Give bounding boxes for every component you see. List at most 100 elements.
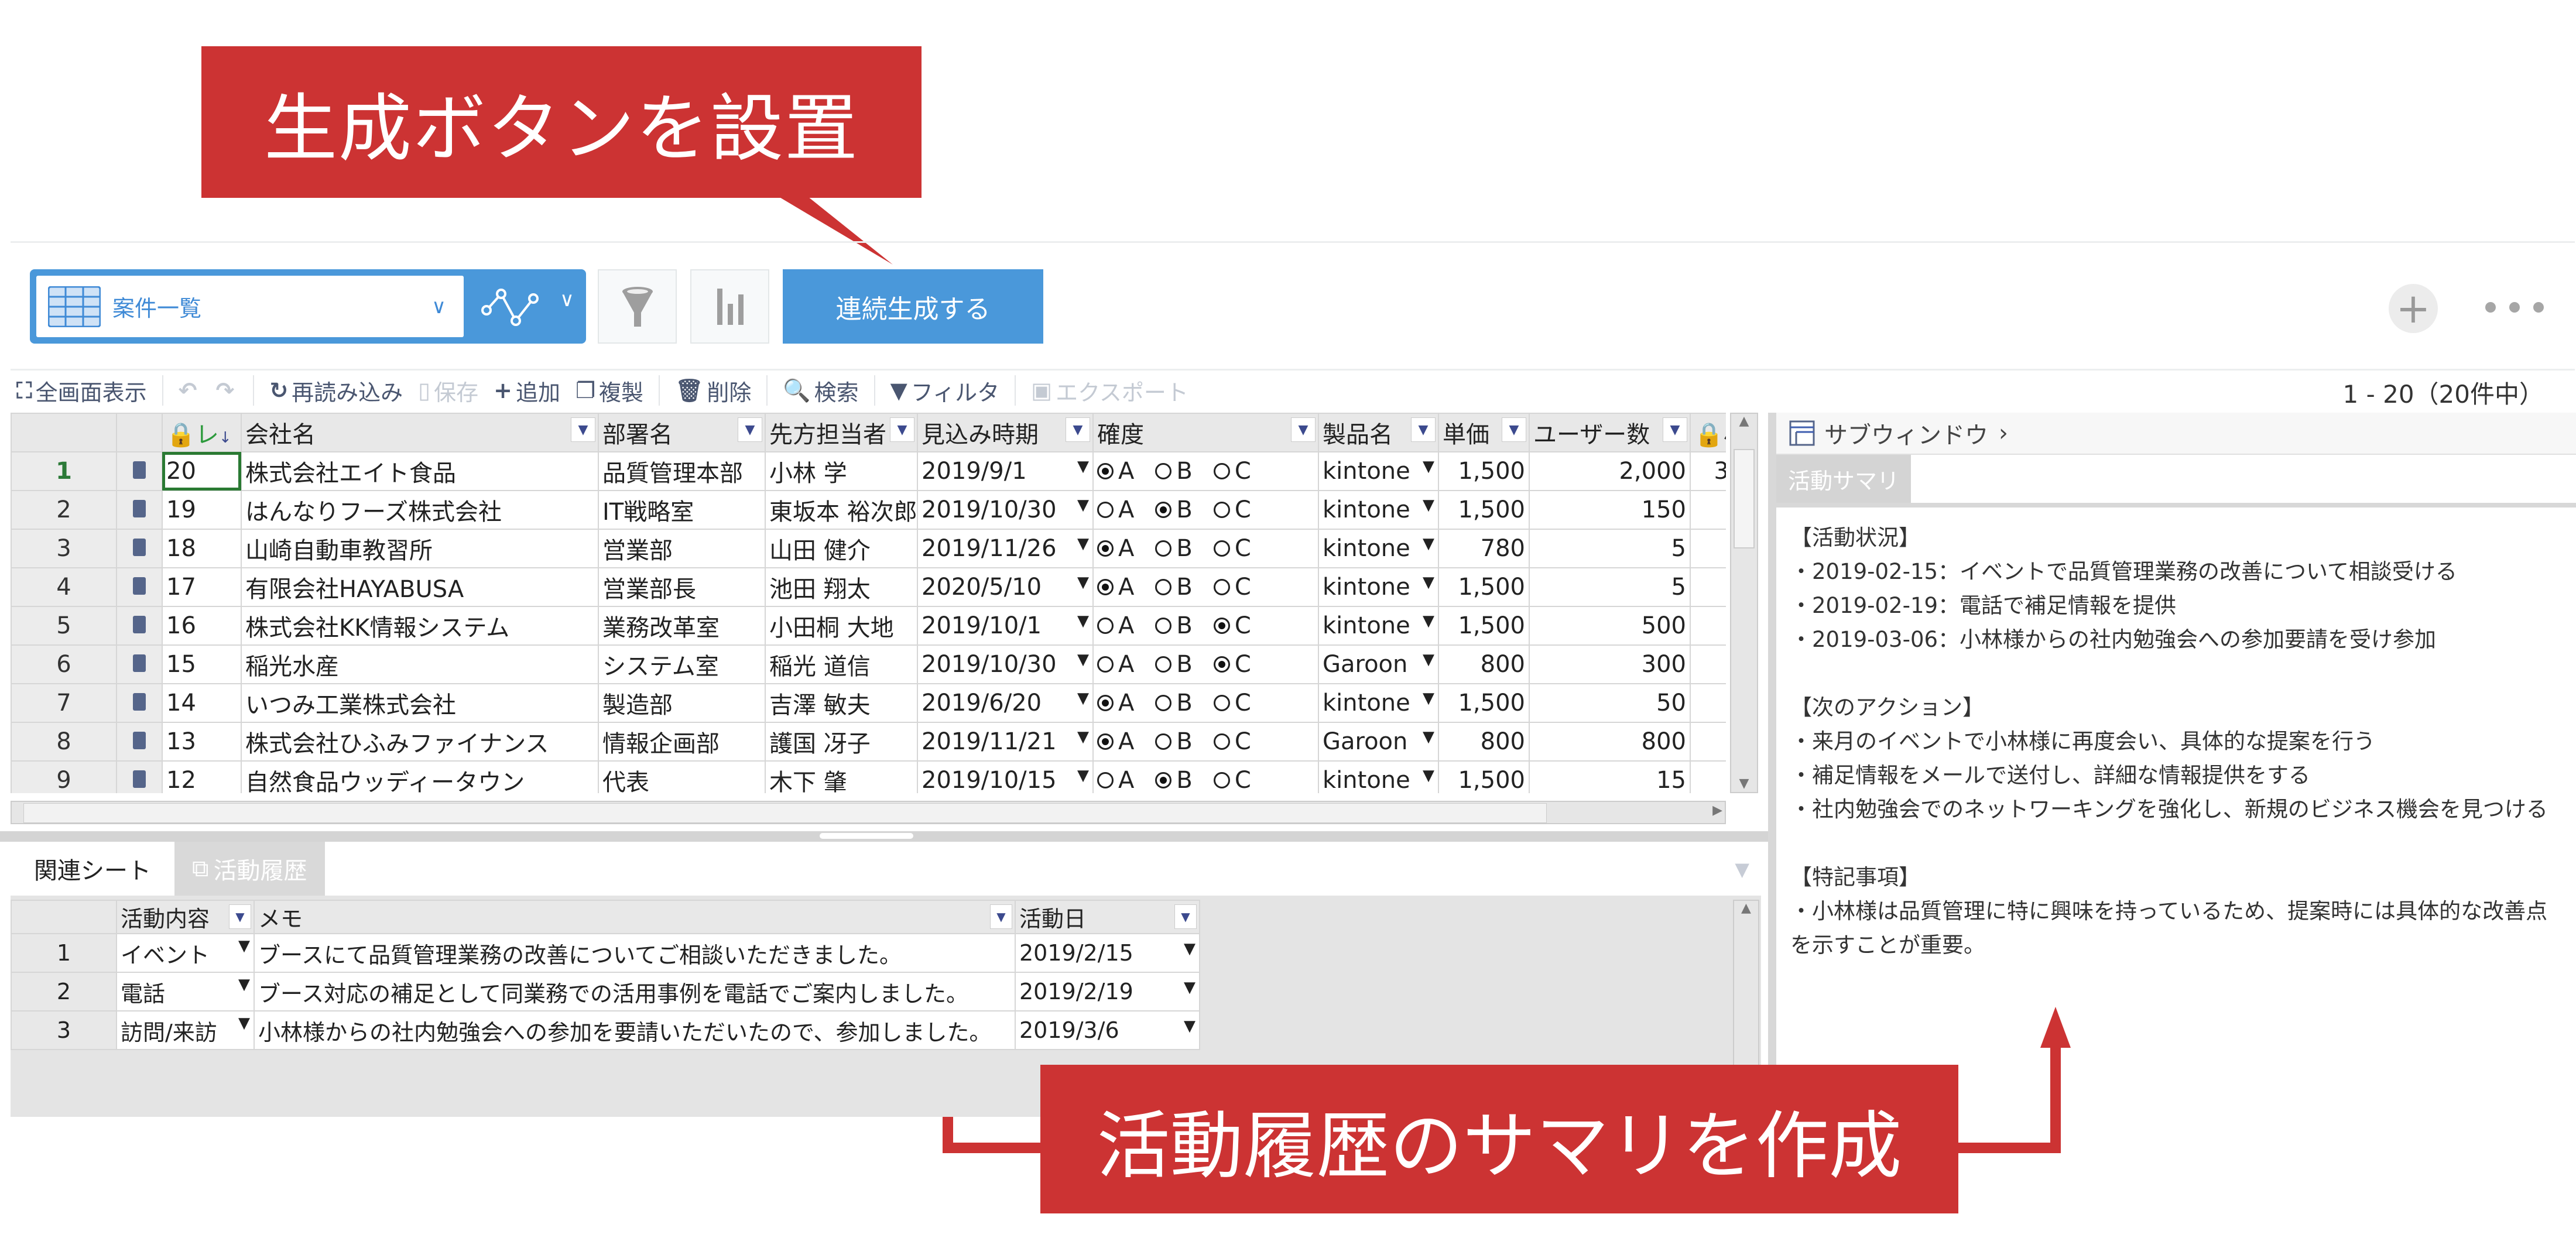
- date-cell[interactable]: 2019/11/26 ▼: [917, 529, 1094, 568]
- table-row[interactable]: 3 訪問/来訪 ▼ 小林様からの社内勉強会への参加を要請いただいたので、参加しました。…: [11, 1010, 1200, 1050]
- record-id-cell[interactable]: 15: [162, 644, 242, 684]
- grid-horizontal-scrollbar[interactable]: ▶: [11, 801, 1726, 824]
- record-id-cell[interactable]: 19: [162, 490, 242, 530]
- tab-activity-history[interactable]: ⧉ 活動履歴: [174, 842, 325, 896]
- dropdown-arrow-icon[interactable]: ▼: [1423, 651, 1434, 668]
- contact-cell[interactable]: 稲光 道信: [765, 644, 918, 684]
- scroll-right-icon[interactable]: ▶: [1712, 803, 1722, 818]
- certainty-radio[interactable]: B: [1155, 690, 1193, 716]
- dropdown-arrow-icon[interactable]: ▼: [1174, 904, 1197, 929]
- dropdown-arrow-icon[interactable]: ▼: [1502, 417, 1526, 442]
- certainty-radio[interactable]: B: [1155, 574, 1193, 601]
- users-cell[interactable]: 800: [1529, 722, 1691, 762]
- column-header-certainty[interactable]: 確度 ▼: [1092, 413, 1319, 452]
- price-cell[interactable]: 800: [1438, 722, 1530, 762]
- activity-type-cell[interactable]: イベント ▼: [116, 933, 255, 973]
- record-detail-button[interactable]: [116, 567, 163, 607]
- save-button[interactable]: ▯ 保存: [418, 375, 478, 407]
- users-cell[interactable]: 50: [1529, 683, 1691, 723]
- contact-cell[interactable]: 小林 学: [765, 451, 918, 491]
- add-button[interactable]: + 追加: [494, 375, 560, 407]
- row-number[interactable]: 2: [11, 972, 117, 1011]
- more-options-button[interactable]: [2485, 293, 2544, 322]
- record-detail-button[interactable]: [116, 490, 163, 530]
- record-id-cell[interactable]: 14: [162, 683, 242, 723]
- certainty-radio[interactable]: C: [1213, 535, 1251, 562]
- scroll-thumb[interactable]: [23, 803, 1547, 823]
- scroll-thumb[interactable]: [1734, 449, 1755, 548]
- activity-type-cell[interactable]: 電話 ▼: [116, 972, 255, 1011]
- dropdown-arrow-icon[interactable]: ▼: [1184, 940, 1195, 958]
- row-number[interactable]: 8: [11, 722, 117, 762]
- dropdown-arrow-icon[interactable]: ▼: [1184, 1017, 1195, 1035]
- company-cell[interactable]: 稲光水産: [241, 644, 599, 684]
- company-cell[interactable]: 株式会社エイト食品: [241, 451, 599, 491]
- contact-cell[interactable]: 吉澤 敏夫: [765, 683, 918, 723]
- dropdown-arrow-icon[interactable]: ▼: [1423, 458, 1434, 475]
- dropdown-arrow-icon[interactable]: ▼: [990, 904, 1012, 929]
- dropdown-arrow-icon[interactable]: ▼: [1066, 417, 1090, 442]
- corner-cell[interactable]: [11, 900, 117, 934]
- column-header-date[interactable]: 見込み時期 ▼: [917, 413, 1094, 452]
- dropdown-arrow-icon[interactable]: ▼: [1184, 979, 1195, 996]
- table-row[interactable]: 1 イベント ▼ ブースにて品質管理業務の改善についてご相談いただきました。 2019/…: [11, 933, 1200, 973]
- subwindow-header[interactable]: サブウィンドウ ›: [1776, 413, 2576, 455]
- column-header-price[interactable]: 単価 ▼: [1438, 413, 1530, 452]
- search-button[interactable]: 🔍 検索: [783, 375, 858, 407]
- certainty-radio[interactable]: A: [1097, 728, 1134, 755]
- price-cell[interactable]: 1,500: [1438, 683, 1530, 723]
- users-cell[interactable]: 150: [1529, 490, 1691, 530]
- record-id-cell[interactable]: 17: [162, 567, 242, 607]
- certainty-radio[interactable]: B: [1155, 535, 1193, 562]
- dropdown-arrow-icon[interactable]: ▼: [1423, 767, 1434, 784]
- row-number[interactable]: 9: [11, 760, 117, 793]
- certainty-radio[interactable]: C: [1213, 690, 1251, 716]
- certainty-radio[interactable]: C: [1213, 496, 1251, 523]
- contact-cell[interactable]: 護国 冴子: [765, 722, 918, 762]
- dropdown-arrow-icon[interactable]: ▼: [238, 976, 250, 993]
- contact-cell[interactable]: 池田 翔太: [765, 567, 918, 607]
- dropdown-arrow-icon[interactable]: ▼: [1077, 612, 1089, 630]
- dropdown-arrow-icon[interactable]: ▼: [1291, 417, 1316, 442]
- certainty-radio[interactable]: B: [1155, 767, 1193, 793]
- row-number[interactable]: 7: [11, 683, 117, 723]
- users-cell[interactable]: 2,000: [1529, 451, 1691, 491]
- company-cell[interactable]: 有限会社HAYABUSA: [241, 567, 599, 607]
- fullscreen-button[interactable]: ⛶ 全画面表示: [16, 375, 147, 407]
- certainty-radio[interactable]: C: [1213, 767, 1251, 793]
- column-header-activity-date[interactable]: 活動日 ▼: [1015, 900, 1200, 934]
- certainty-radio[interactable]: A: [1097, 767, 1134, 793]
- record-id-cell[interactable]: 12: [162, 760, 242, 793]
- certainty-radio[interactable]: B: [1155, 458, 1193, 485]
- date-cell[interactable]: 2019/6/20 ▼: [917, 683, 1094, 723]
- certainty-radio[interactable]: C: [1213, 728, 1251, 755]
- column-header-product[interactable]: 製品名 ▼: [1318, 413, 1439, 452]
- certainty-radio[interactable]: A: [1097, 690, 1134, 716]
- column-header-company[interactable]: 会社名 ▼: [241, 413, 599, 452]
- certainty-radio[interactable]: A: [1097, 651, 1134, 678]
- dropdown-arrow-icon[interactable]: ▼: [1077, 458, 1089, 475]
- date-cell[interactable]: 2019/10/30 ▼: [917, 644, 1094, 684]
- product-cell[interactable]: Garoon ▼: [1318, 722, 1439, 762]
- dropdown-arrow-icon[interactable]: ▼: [1077, 496, 1089, 514]
- dept-cell[interactable]: 情報企画部: [598, 722, 766, 762]
- add-record-button[interactable]: +: [2389, 284, 2438, 333]
- contact-cell[interactable]: 木下 肇: [765, 760, 918, 793]
- activity-date-cell[interactable]: 2019/2/19 ▼: [1015, 972, 1200, 1011]
- chart-button[interactable]: [690, 269, 769, 344]
- table-row[interactable]: 6 15 稲光水産 システム室 稲光 道信 2019/10/30 ▼ A B C Garoon ▼ 80…: [11, 644, 1726, 684]
- date-cell[interactable]: 2019/10/30 ▼: [917, 490, 1094, 530]
- scroll-up-icon[interactable]: ▲: [1731, 414, 1757, 428]
- tab-activity-summary[interactable]: 活動サマリ: [1776, 455, 1912, 503]
- dept-cell[interactable]: IT戦略室: [598, 490, 766, 530]
- users-cell[interactable]: 5: [1529, 529, 1691, 568]
- filter-button[interactable]: [598, 269, 677, 344]
- scroll-up-icon[interactable]: ▲: [1734, 901, 1758, 915]
- table-row[interactable]: 4 17 有限会社HAYABUSA 営業部長 池田 翔太 2020/5/10 ▼ A B Ckin…: [11, 567, 1726, 607]
- product-cell[interactable]: kintone ▼: [1318, 683, 1439, 723]
- table-row[interactable]: 5 16 株式会社KK情報システム 業務改革室 小田桐 大地 2019/10/1 ▼ A B Ck…: [11, 606, 1726, 646]
- price-cell[interactable]: 800: [1438, 644, 1530, 684]
- record-detail-button[interactable]: [116, 760, 163, 793]
- table-row[interactable]: 7 14 いつみ工業株式会社 製造部 吉澤 敏夫 2019/6/20 ▼ A B Ckintone…: [11, 683, 1726, 723]
- dropdown-arrow-icon[interactable]: ▼: [1423, 728, 1434, 746]
